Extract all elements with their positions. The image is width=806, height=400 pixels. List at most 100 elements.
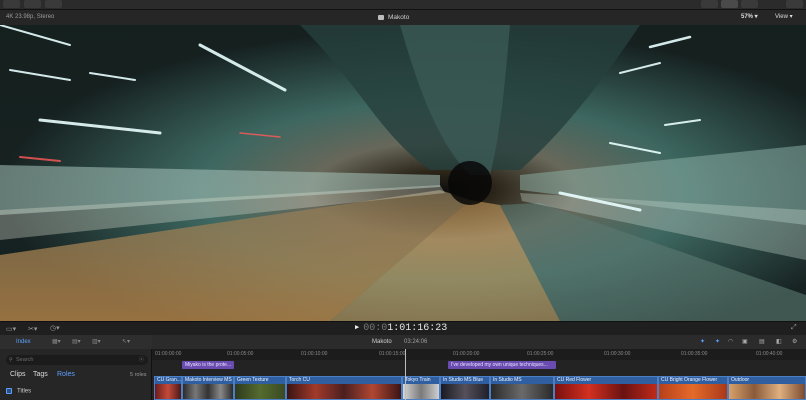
clip-label: CU Red Flower <box>557 377 592 383</box>
tunnel-motion-image <box>0 25 806 321</box>
search-placeholder: Search <box>16 357 34 363</box>
viewer-title: Makoto <box>378 10 409 25</box>
effects-icon[interactable]: ▣ <box>742 338 748 345</box>
viewer-header: 4K 23.98p, Stereo Makoto 57% ▾ View ▾ <box>0 10 806 25</box>
timecode-display[interactable]: ▶ 00:01:01:16:23 <box>355 323 447 334</box>
clip-label: Tokyo Train <box>405 377 431 383</box>
clip-thumbnail <box>441 384 489 399</box>
clip-thumbnail <box>403 384 439 399</box>
clip-4[interactable]: Torch CU <box>286 376 402 400</box>
browser-toggle-button[interactable] <box>701 0 718 8</box>
clip-label: In Studio MS <box>493 377 522 383</box>
select-tool-icon[interactable]: ↖▾ <box>122 338 130 345</box>
clip-8[interactable]: CU Red Flower <box>554 376 658 400</box>
timeline-settings-icon[interactable]: ⚙ <box>792 338 797 345</box>
clip-thumbnail <box>555 384 657 399</box>
clip-2[interactable]: Makoto Interview MS <box>182 376 234 400</box>
filter-roles[interactable]: Roles <box>57 371 75 378</box>
ruler-tick: 01:00:20:00 <box>453 351 480 357</box>
clip-label: CU Gran... <box>157 377 181 383</box>
fullscreen-icon[interactable]: ⤢ <box>791 324 797 332</box>
clip-9[interactable]: CU Bright Orange Flower <box>658 376 728 400</box>
timecode-value: 1:01:16:23 <box>387 323 448 334</box>
viewer-title-label: Makoto <box>388 14 410 21</box>
playhead[interactable] <box>405 349 406 400</box>
skimming-icon[interactable]: ▤▾ <box>72 338 81 345</box>
view-menu[interactable]: View ▾ <box>775 10 793 25</box>
index-search-field[interactable]: ⚲ Search ⓧ <box>6 355 148 365</box>
timeline-ruler[interactable]: 01:00:00:00 01:00:05:00 01:00:10:00 01:0… <box>152 349 806 360</box>
zoom-label: 57% <box>741 14 754 20</box>
viewer-canvas[interactable] <box>0 25 806 321</box>
clip-6[interactable]: In Studio MS Blue <box>440 376 490 400</box>
role-row-titles[interactable]: Titles <box>6 388 31 395</box>
enhance-icon[interactable]: ✂▾ <box>28 325 37 333</box>
audio-skimming-icon[interactable]: ✦ <box>700 338 705 345</box>
import-button[interactable] <box>3 0 20 8</box>
background-tasks-button[interactable] <box>45 0 62 8</box>
final-cut-window: 4K 23.98p, Stereo Makoto 57% ▾ View ▾ ▭▾… <box>0 0 806 400</box>
clip-label: Green Texture <box>237 377 269 383</box>
ruler-tick: 01:00:35:00 <box>681 351 708 357</box>
headphones-icon[interactable]: ◠ <box>728 338 733 345</box>
transitions-icon[interactable]: ◧ <box>776 338 782 345</box>
ruler-tick: 01:00:05:00 <box>227 351 254 357</box>
timeline-header: Makoto 03:24:06 ✦ ✦ ◠ ▣ ▤ ◧ ⚙ <box>152 335 806 349</box>
ruler-tick: 01:00:10:00 <box>301 351 328 357</box>
ruler-tick: 01:00:00:00 <box>155 351 182 357</box>
role-checkbox[interactable] <box>6 388 12 394</box>
ruler-tick: 01:00:25:00 <box>527 351 554 357</box>
snapping-icon[interactable]: ▥▾ <box>92 338 101 345</box>
clip-thumbnail <box>155 384 181 399</box>
solo-icon[interactable]: ✦ <box>715 338 720 345</box>
clip-label: CU Bright Orange Flower <box>661 377 718 383</box>
zoom-menu[interactable]: 57% ▾ <box>741 10 758 25</box>
clip-view-icon[interactable]: ▤ <box>759 338 765 345</box>
clip-label: Makoto Interview MS <box>185 377 232 383</box>
inspector-toggle-button[interactable] <box>741 0 758 8</box>
clip-thumbnail <box>287 384 401 399</box>
timeline-toggle-button[interactable] <box>721 0 738 8</box>
index-filter-tabs: Clips Tags Roles 5 roles <box>0 369 152 381</box>
clip-5[interactable]: Tokyo Train <box>402 376 440 400</box>
clip-appearance-icon[interactable]: ▦▾ <box>52 338 61 345</box>
top-toolbar <box>0 0 806 10</box>
clip-thumbnail <box>729 384 805 399</box>
clip-thumbnail <box>491 384 553 399</box>
viewer-format: 4K 23.98p, Stereo <box>6 14 55 20</box>
timecode-lead: 00:0 <box>363 323 388 334</box>
play-icon[interactable]: ▶ <box>355 324 359 332</box>
title-clip[interactable]: Miyako is the prote... <box>182 361 234 369</box>
primary-storyline: CU Gran... Makoto Interview MS Green Tex… <box>152 376 806 400</box>
share-button[interactable] <box>786 0 803 8</box>
timeline-index: Index ▦▾ ▤▾ ▥▾ ↖▾ ⚲ Search ⓧ Clips Tags … <box>0 335 152 400</box>
filter-clips[interactable]: Clips <box>10 371 26 378</box>
clip-thumbnail <box>235 384 285 399</box>
timeline-pane[interactable]: Makoto 03:24:06 ✦ ✦ ◠ ▣ ▤ ◧ ⚙ 01:00:00:0… <box>152 335 806 400</box>
role-label: Titles <box>17 388 32 395</box>
viewer-transport: ▭▾ ✂▾ ◷▾ ▶ 00:01:01:16:23 ⤢ <box>0 321 806 335</box>
crop-icon[interactable]: ▭▾ <box>6 325 16 333</box>
ruler-tick: 01:00:15:00 <box>379 351 406 357</box>
ruler-tick: 01:00:40:00 <box>756 351 783 357</box>
project-name: Makoto <box>372 339 392 345</box>
clip-7[interactable]: In Studio MS <box>490 376 554 400</box>
ruler-tick: 01:00:30:00 <box>604 351 631 357</box>
title-clip[interactable]: I've developed my own unique techniques.… <box>448 361 556 369</box>
clip-10[interactable]: Outdoor <box>728 376 806 400</box>
filter-tags[interactable]: Tags <box>33 371 48 378</box>
roles-count: 5 roles <box>130 372 147 378</box>
retime-icon[interactable]: ◷▾ <box>50 324 60 332</box>
view-label: View <box>775 14 788 20</box>
project-duration: 03:24:06 <box>404 339 428 345</box>
clip-1[interactable]: CU Gran... <box>154 376 182 400</box>
connected-titles-row: Miyako is the prote... I've developed my… <box>152 360 806 371</box>
search-icon: ⚲ <box>9 357 13 363</box>
clip-3[interactable]: Green Texture <box>234 376 286 400</box>
index-tab[interactable]: Index <box>16 339 31 345</box>
clear-search-icon[interactable]: ⓧ <box>139 355 144 365</box>
keyword-button[interactable] <box>24 0 41 8</box>
index-header: Index ▦▾ ▤▾ ▥▾ ↖▾ <box>0 335 152 349</box>
clip-thumbnail <box>659 384 727 399</box>
clip-thumbnail <box>183 384 233 399</box>
